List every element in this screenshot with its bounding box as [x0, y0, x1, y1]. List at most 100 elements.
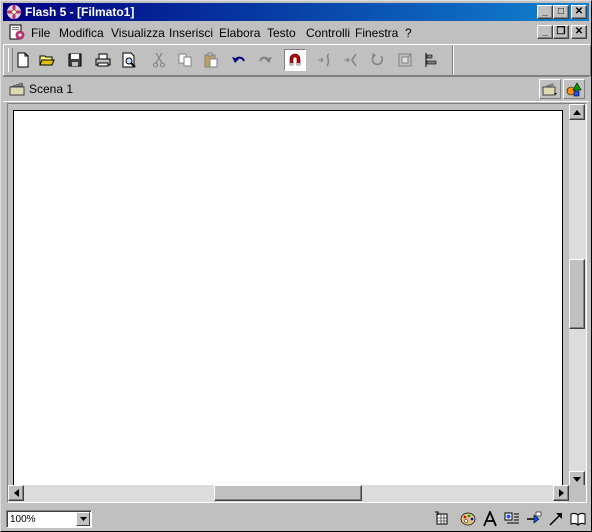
- status-bar: 100%: [3, 508, 589, 530]
- explorer-arrow-icon: [549, 513, 562, 526]
- toolbar-end-divider: [452, 45, 453, 75]
- mixer-panel-launcher[interactable]: [459, 511, 477, 527]
- redo-button: [254, 49, 276, 71]
- document-icon[interactable]: [8, 24, 26, 41]
- snap-magnet-icon: [289, 53, 301, 66]
- close-button[interactable]: ✕: [571, 5, 587, 19]
- color-palette-icon: [460, 512, 476, 526]
- doc-close-glyph: ✕: [574, 26, 584, 37]
- library-book-icon: [570, 512, 586, 527]
- arrow-up-icon: [573, 109, 581, 115]
- instance-panel-launcher[interactable]: [503, 511, 521, 527]
- zoom-control[interactable]: 100%: [6, 510, 92, 528]
- character-panel-launcher[interactable]: [481, 511, 499, 527]
- menu-bar: File Modifica Visualizza Inserisci Elabo…: [3, 22, 589, 42]
- scene-clapper-icon: [9, 82, 25, 96]
- scale-icon: [398, 53, 412, 67]
- save-icon: [68, 53, 82, 67]
- vertical-scrollbar[interactable]: [569, 104, 586, 487]
- save-button[interactable]: [64, 49, 86, 71]
- copy-button: [174, 49, 196, 71]
- edit-symbols-icon: [566, 82, 582, 97]
- scene-bar: Scena 1: [3, 76, 589, 102]
- doc-minimize-glyph: _: [542, 26, 548, 37]
- arrow-down-icon: [573, 476, 581, 482]
- smooth-icon: [318, 53, 330, 67]
- straighten-button: [340, 49, 362, 71]
- menu-help[interactable]: ?: [405, 26, 412, 40]
- window-title: Flash 5 - [Filmato1]: [25, 5, 135, 19]
- actions-arrow-icon: [527, 511, 542, 524]
- zoom-dropdown-button[interactable]: [76, 512, 90, 526]
- doc-minimize-button[interactable]: _: [537, 25, 553, 39]
- cut-icon: [153, 52, 165, 68]
- align-icon: [425, 53, 437, 67]
- title-bar[interactable]: Flash 5 - [Filmato1] _ □ ✕: [3, 3, 589, 21]
- redo-icon: [259, 56, 272, 63]
- scroll-up-button[interactable]: [569, 104, 585, 120]
- smooth-button: [314, 49, 336, 71]
- straighten-icon: [344, 53, 357, 67]
- print-preview-icon: [122, 52, 136, 68]
- doc-close-button[interactable]: ✕: [571, 25, 587, 39]
- new-file-button[interactable]: [12, 49, 34, 71]
- text-a-icon: [483, 511, 497, 527]
- scroll-right-button[interactable]: [553, 485, 569, 501]
- stage-canvas[interactable]: [13, 110, 563, 486]
- scale-button: [394, 49, 416, 71]
- align-button[interactable]: [420, 49, 442, 71]
- info-grid-icon: [435, 511, 448, 525]
- menu-file[interactable]: File: [31, 26, 50, 40]
- arrow-right-icon: [558, 489, 564, 497]
- print-preview-button[interactable]: [118, 49, 140, 71]
- horizontal-scrollbar[interactable]: [8, 485, 569, 502]
- doc-restore-glyph: ❐: [556, 26, 566, 37]
- flash-app-icon: [6, 4, 22, 20]
- vertical-scroll-thumb[interactable]: [569, 259, 585, 329]
- scene-label[interactable]: Scena 1: [29, 82, 73, 96]
- paste-button: [200, 49, 222, 71]
- instance-icon: [504, 512, 519, 524]
- doc-restore-button[interactable]: ❐: [553, 25, 569, 39]
- minimize-button[interactable]: _: [537, 5, 553, 19]
- maximize-button[interactable]: □: [553, 5, 569, 19]
- actions-panel-launcher[interactable]: [525, 511, 543, 527]
- print-button[interactable]: [92, 49, 114, 71]
- new-file-icon: [17, 52, 29, 68]
- chevron-down-icon: [79, 517, 87, 521]
- open-button[interactable]: [36, 49, 58, 71]
- info-panel-launcher[interactable]: [433, 511, 451, 527]
- horizontal-scroll-thumb[interactable]: [214, 485, 362, 501]
- paste-icon: [204, 52, 218, 68]
- app-window: Flash 5 - [Filmato1] _ □ ✕ File Modifica…: [0, 0, 592, 532]
- zoom-value[interactable]: 100%: [10, 514, 36, 525]
- copy-icon: [178, 53, 192, 67]
- undo-icon: [232, 56, 245, 63]
- movie-explorer-launcher[interactable]: [547, 511, 565, 527]
- rotate-button: [366, 49, 388, 71]
- menu-visualizza[interactable]: Visualizza: [111, 26, 165, 40]
- menu-controlli[interactable]: Controlli: [306, 26, 350, 40]
- edit-scene-button[interactable]: [539, 79, 561, 99]
- library-launcher[interactable]: [569, 511, 587, 527]
- minimize-glyph: _: [542, 6, 548, 17]
- menu-testo[interactable]: Testo: [267, 26, 296, 40]
- main-toolbar: [3, 44, 591, 76]
- cut-button: [148, 49, 170, 71]
- menu-modifica[interactable]: Modifica: [59, 26, 104, 40]
- scroll-left-button[interactable]: [8, 485, 24, 501]
- menu-elabora[interactable]: Elabora: [219, 26, 260, 40]
- menu-inserisci[interactable]: Inserisci: [169, 26, 213, 40]
- edit-scene-icon: [542, 83, 557, 96]
- maximize-glyph: □: [557, 6, 565, 17]
- print-icon: [95, 53, 111, 67]
- menu-finestra[interactable]: Finestra: [355, 26, 398, 40]
- close-glyph: ✕: [574, 6, 584, 17]
- rotate-icon: [371, 53, 384, 66]
- arrow-left-icon: [13, 489, 19, 497]
- edit-symbols-button[interactable]: [563, 79, 585, 99]
- snap-toggle-button[interactable]: [284, 49, 306, 71]
- open-folder-icon: [39, 55, 55, 66]
- undo-button[interactable]: [228, 49, 250, 71]
- stage-area: [7, 103, 587, 503]
